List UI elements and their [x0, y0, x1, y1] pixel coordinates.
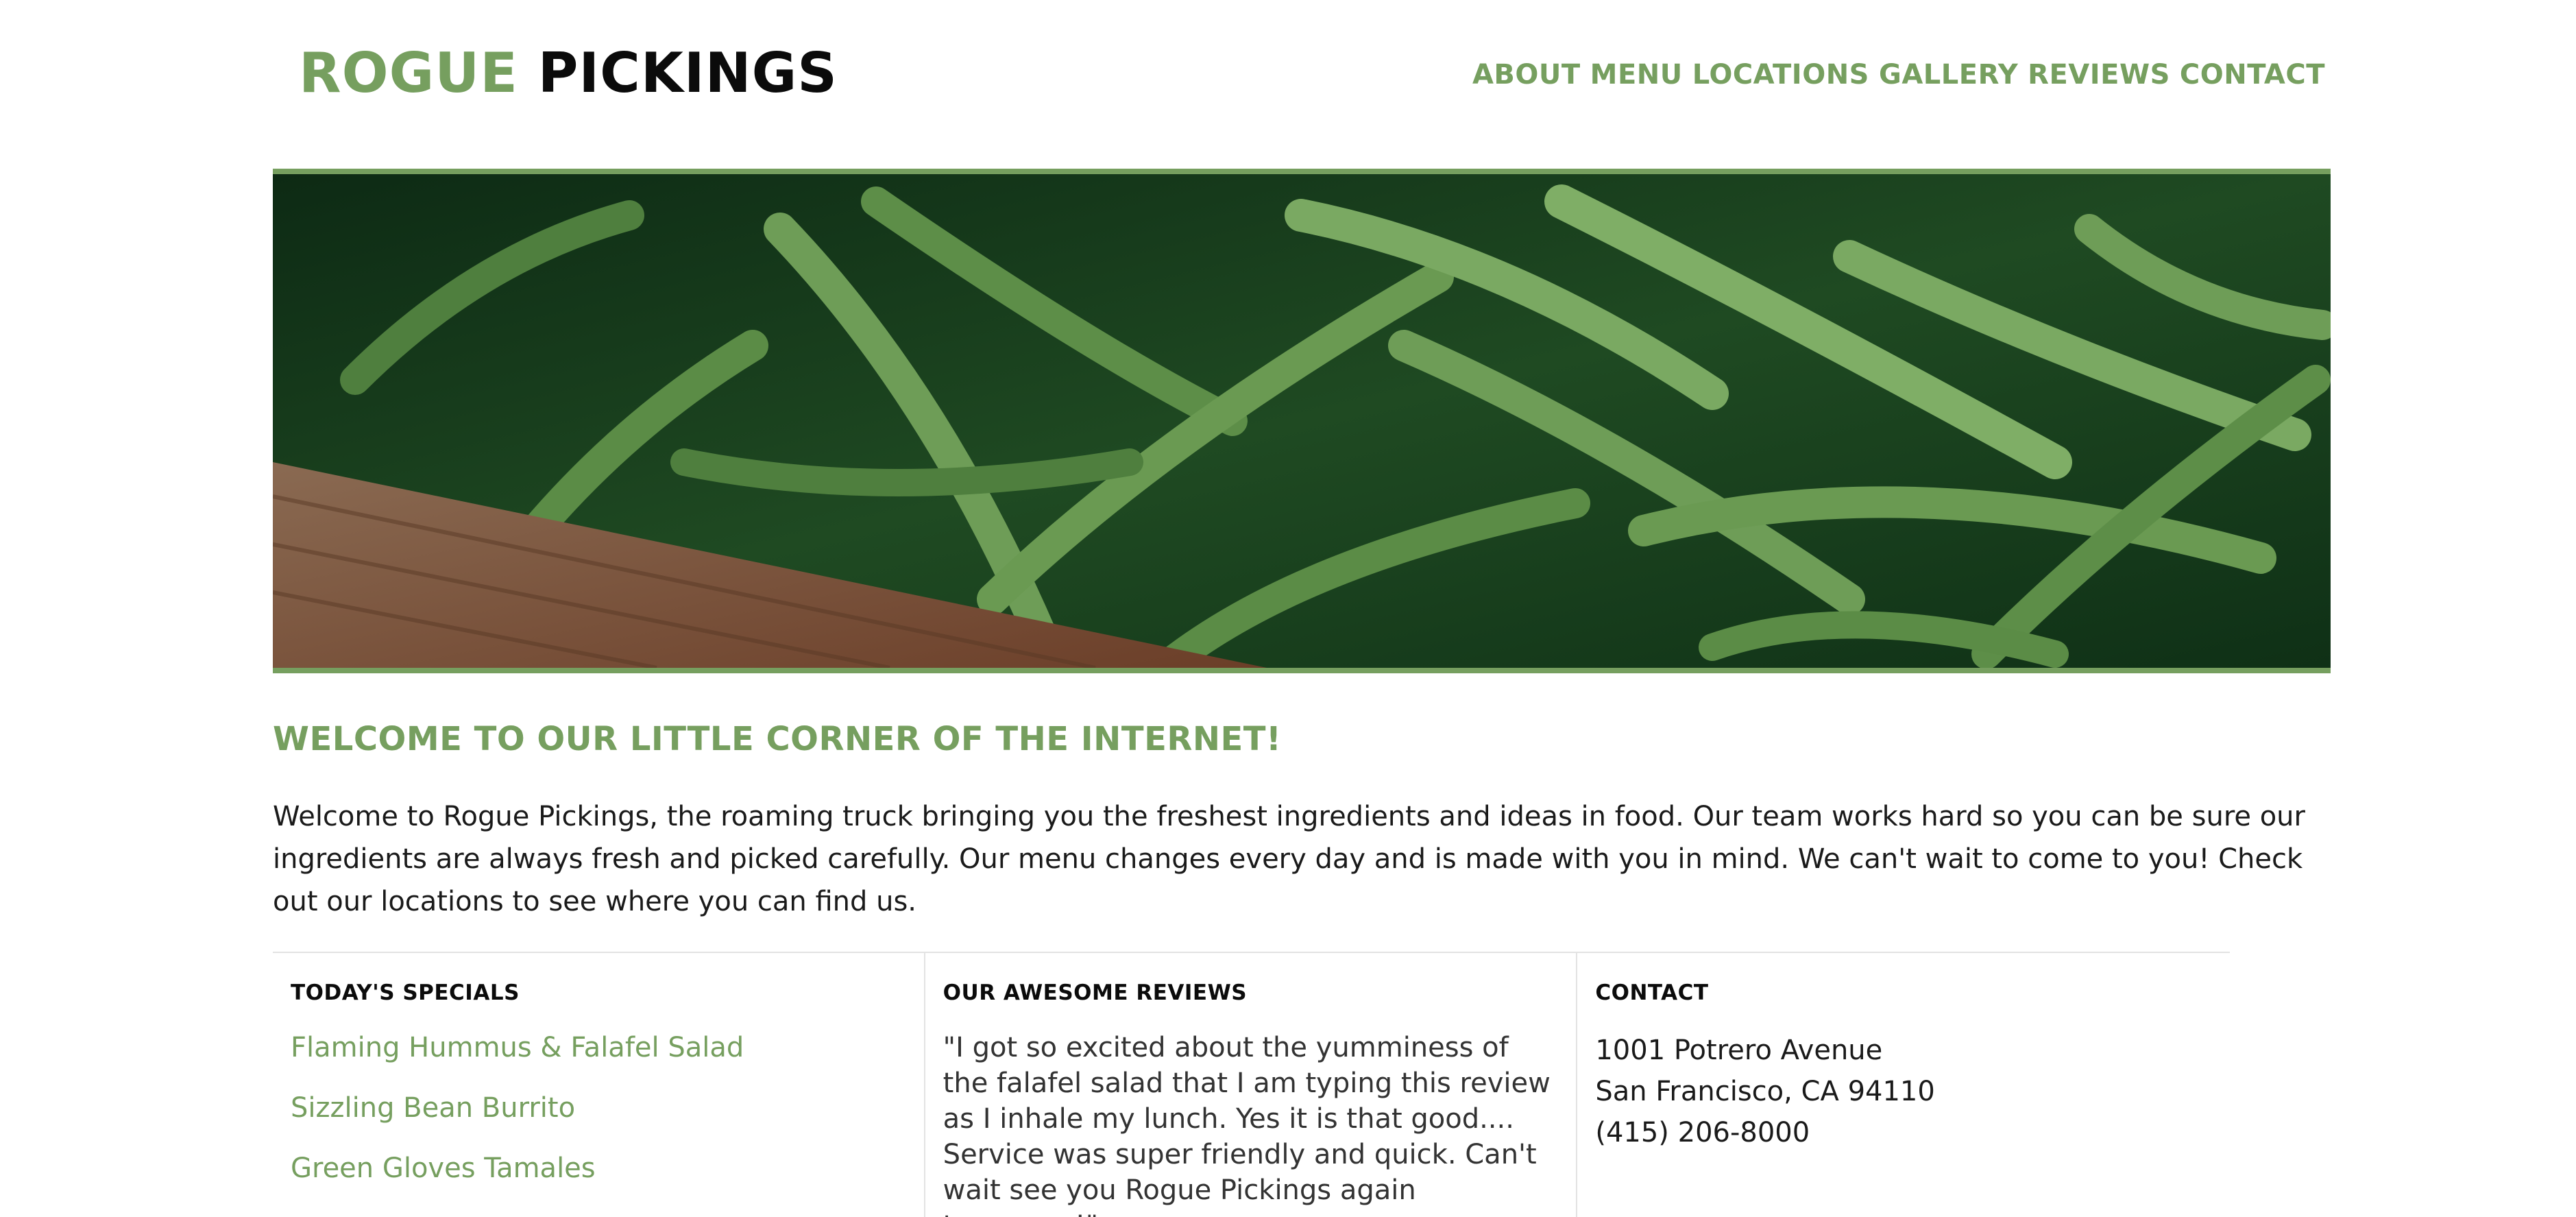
contact-heading: CONTACT [1595, 980, 1709, 1005]
nav-contact[interactable]: CONTACT [2180, 59, 2325, 91]
special-item[interactable]: Flaming Hummus & Falafel Salad [291, 1030, 906, 1065]
logo-rogue-text: ROGUE [299, 41, 518, 105]
site-header: ROGUE PICKINGS ABOUT MENU LOCATIONS GALL… [274, 0, 2329, 155]
special-item[interactable]: Sizzling Bean Burrito [291, 1090, 906, 1126]
welcome-heading: WELCOME TO OUR LITTLE CORNER OF THE INTE… [273, 720, 1282, 758]
hero-image [273, 169, 2331, 673]
reviews-heading: OUR AWESOME REVIEWS [943, 980, 1248, 1005]
specials-heading: TODAY'S SPECIALS [291, 980, 520, 1005]
nav-locations[interactable]: LOCATIONS [1692, 59, 1869, 91]
review-quote: "I got so excited about the yumminess of… [943, 1032, 1551, 1217]
main-nav: ABOUT MENU LOCATIONS GALLERY REVIEWS CON… [1472, 59, 2325, 91]
contact-address-line2: San Francisco, CA 94110 [1595, 1076, 1935, 1107]
site-logo[interactable]: ROGUE PICKINGS [299, 41, 838, 105]
welcome-text: Welcome to Rogue Pickings, the roaming t… [273, 801, 2305, 917]
contact-address-line1: 1001 Potrero Avenue [1595, 1035, 1883, 1066]
nav-about[interactable]: ABOUT [1472, 59, 1581, 91]
contact-phone[interactable]: (415) 206-8000 [1595, 1112, 2212, 1153]
nav-reviews[interactable]: REVIEWS [2028, 59, 2170, 91]
logo-pickings-text: PICKINGS [537, 41, 838, 105]
specials-column: TODAY'S SPECIALS Flaming Hummus & Falafe… [273, 953, 925, 1217]
info-columns: TODAY'S SPECIALS Flaming Hummus & Falafe… [273, 952, 2230, 1217]
special-item[interactable]: Green Gloves Tamales [291, 1150, 906, 1186]
green-beans-illustration [273, 174, 2331, 668]
nav-menu[interactable]: MENU [1590, 59, 1683, 91]
nav-gallery[interactable]: GALLERY [1879, 59, 2018, 91]
reviews-column: OUR AWESOME REVIEWS "I got so excited ab… [925, 953, 1578, 1217]
contact-column: CONTACT 1001 Potrero Avenue San Francisc… [1577, 953, 2230, 1217]
